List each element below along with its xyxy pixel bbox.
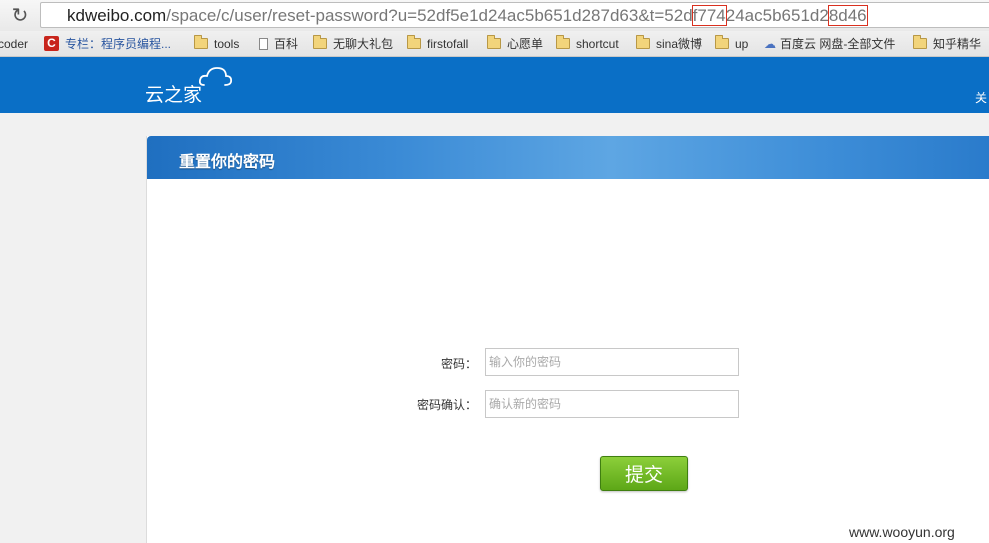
bookmark-coder[interactable]: coder [0,34,28,53]
bookmark-label: 心愿单 [507,37,544,51]
confirm-password-label: 密码确认： [416,398,477,412]
bookmark-label: 专栏：程序员编程... [65,37,172,51]
page-title: 重置你的密码 [179,152,276,171]
url-path-1: /space/c/user/reset-password?u=52df5e1d2… [166,6,693,25]
folder-icon [636,35,650,49]
bookmark-label: shortcut [576,36,619,51]
submit-button[interactable]: 提交 [600,456,688,491]
browser-toolbar: ↻ kdweibo.com/space/c/user/reset-passwor… [0,0,989,32]
bookmark-label: sina微博 [656,37,703,51]
url-highlight-1: f774 [691,5,727,26]
confirm-password-input[interactable] [485,390,739,418]
bookmark-label: up [735,36,749,51]
bookmark-label: 无聊大礼包 [333,37,394,51]
url-highlight-2: 8d46 [827,5,868,26]
bookmark-up[interactable]: up [715,34,748,53]
bookmark-label: 百度云 网盘-全部文件 [780,37,896,51]
cloud-logo-icon [198,67,233,86]
reload-icon[interactable]: ↻ [9,4,31,26]
url-path-2: 24ac5b651d2 [725,6,829,25]
bookmarks-bar: coder C 专栏：程序员编程... tools 百科 无聊大礼包 first… [0,31,989,57]
folder-icon [913,35,927,49]
folder-icon [715,35,729,49]
site-header: 云之家 关 [0,57,989,113]
bookmark-label: 百科 [274,37,299,51]
cloud-icon: ☁ [764,36,776,51]
bookmark-label: coder [0,36,29,51]
folder-icon [407,35,421,49]
address-bar[interactable]: kdweibo.com/space/c/user/reset-password?… [40,2,989,28]
card-title-bar: 重置你的密码 [147,136,989,179]
bookmark-firstofall[interactable]: firstofall [407,34,468,53]
folder-icon [313,35,327,49]
header-about-link[interactable]: 关 [975,89,987,106]
folder-icon [194,35,208,49]
password-input[interactable] [485,348,739,376]
url-text: kdweibo.com/space/c/user/reset-password?… [67,5,868,26]
bookmark-wishlist[interactable]: 心愿单 [487,34,543,53]
page-icon [259,37,268,50]
bookmark-label: 知乎精华 [933,37,982,51]
logo-text: 云之家 [145,84,203,106]
bookmark-csdn-column[interactable]: C 专栏：程序员编程... [44,34,171,53]
url-host: kdweibo.com [67,6,167,25]
folder-icon [556,35,570,49]
reset-password-card: 重置你的密码 密码： 密码确认： 提交 [146,136,989,543]
bookmark-baidu-pan[interactable]: ☁ 百度云 网盘-全部文件 [764,34,895,53]
bookmark-zhihu[interactable]: 知乎精华 [913,34,981,53]
bookmark-tools[interactable]: tools [194,34,239,53]
bookmark-label: firstofall [427,36,469,51]
watermark: www.wooyun.org [849,524,955,540]
csdn-c-icon: C [44,36,59,51]
folder-icon [487,35,501,49]
bookmark-label: tools [214,36,240,51]
password-label: 密码： [440,357,477,371]
bookmark-sina-weibo[interactable]: sina微博 [636,34,702,53]
bookmark-wuliao[interactable]: 无聊大礼包 [313,34,393,53]
bookmark-shortcut[interactable]: shortcut [556,34,619,53]
bookmark-baike[interactable]: 百科 [259,34,298,53]
